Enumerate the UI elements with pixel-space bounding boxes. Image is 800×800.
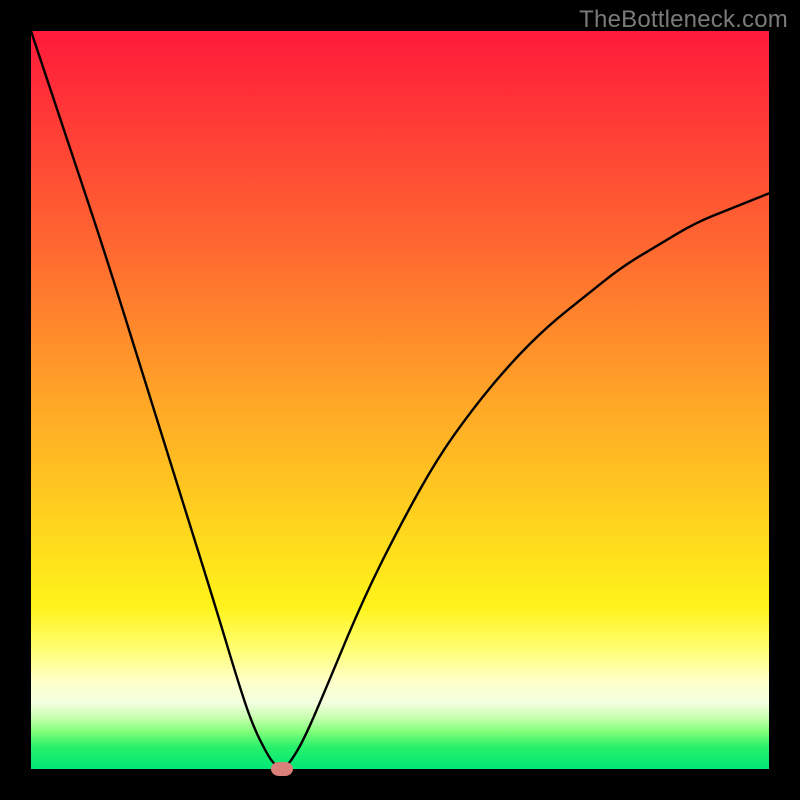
optimum-marker	[271, 762, 293, 776]
watermark-text: TheBottleneck.com	[579, 6, 788, 34]
curve-path	[31, 31, 769, 768]
chart-stage: TheBottleneck.com	[0, 0, 800, 800]
bottleneck-curve	[31, 31, 769, 769]
plot-area	[31, 31, 769, 769]
